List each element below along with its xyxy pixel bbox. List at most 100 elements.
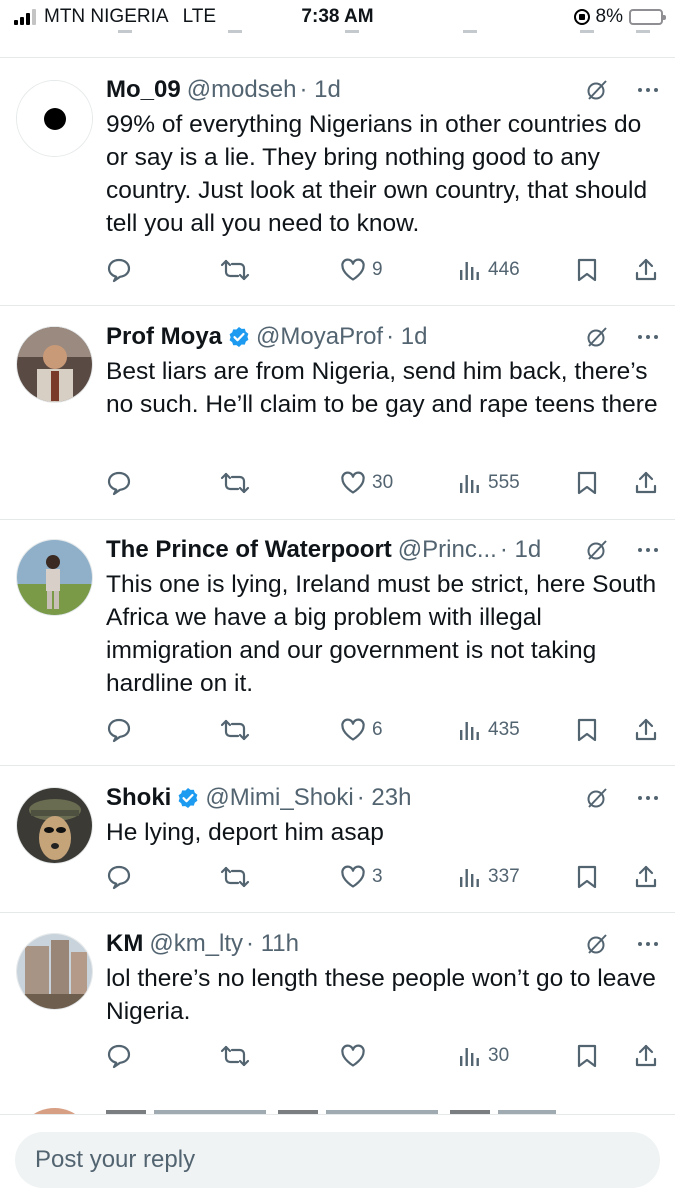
reply-input[interactable]: Post your reply	[15, 1132, 660, 1188]
reply-icon	[106, 1043, 132, 1069]
more-icon[interactable]	[637, 334, 659, 340]
grok-icon[interactable]	[585, 538, 609, 562]
display-name[interactable]: The Prince of Waterpoort	[106, 536, 392, 564]
user-handle[interactable]: @Mimi_Shoki	[205, 784, 353, 812]
like-button[interactable]: 6	[340, 715, 383, 745]
tweet-content: The Prince of Waterpoort @Princ... · 1d …	[106, 535, 659, 700]
timestamp[interactable]: · 11h	[246, 930, 299, 958]
views-button[interactable]: 30	[458, 1041, 509, 1071]
reply-icon	[106, 717, 132, 743]
tweet-actions: 3 337	[106, 862, 658, 892]
repost-icon	[219, 257, 251, 283]
share-button[interactable]	[634, 1041, 658, 1071]
user-handle[interactable]: @Princ...	[398, 536, 497, 564]
previous-tweet-actions-cut	[0, 26, 675, 40]
like-button[interactable]: 30	[340, 468, 393, 498]
bookmark-button[interactable]	[576, 862, 598, 892]
tweet-content: Prof Moya @MoyaProf · 1d Best liars are …	[106, 322, 659, 421]
repost-button[interactable]	[219, 715, 251, 745]
user-handle[interactable]: @km_lty	[149, 930, 243, 958]
orientation-lock-icon	[573, 9, 590, 25]
divider	[0, 305, 675, 306]
reply-button[interactable]	[106, 468, 132, 498]
battery-icon	[629, 9, 666, 25]
bookmark-button[interactable]	[576, 715, 598, 745]
display-name[interactable]: Shoki	[106, 784, 171, 812]
grok-icon[interactable]	[585, 78, 609, 102]
display-name[interactable]: Prof Moya	[106, 323, 222, 351]
user-handle[interactable]: @modseh	[187, 76, 297, 104]
status-bar-right: 8%	[573, 6, 666, 28]
share-button[interactable]	[634, 468, 658, 498]
views-button[interactable]: 555	[458, 468, 520, 498]
display-name[interactable]: Mo_09	[106, 76, 181, 104]
grok-icon[interactable]	[585, 325, 609, 349]
views-icon	[458, 471, 482, 495]
like-button[interactable]	[340, 1041, 372, 1071]
views-icon	[458, 865, 482, 889]
tweet-header: Mo_09 @modseh · 1d	[106, 75, 659, 105]
bookmark-button[interactable]	[576, 255, 598, 285]
views-button[interactable]: 435	[458, 715, 520, 745]
tweet-actions: 9 446	[106, 255, 658, 285]
bookmark-icon	[576, 717, 598, 743]
avatar[interactable]	[16, 80, 93, 157]
repost-icon	[219, 864, 251, 890]
timestamp[interactable]: · 1d	[500, 536, 541, 564]
like-icon	[340, 718, 366, 742]
timestamp[interactable]: · 23h	[357, 784, 412, 812]
tweet-header-icons	[579, 75, 659, 105]
like-count: 9	[372, 259, 383, 280]
tweet-text: 99% of everything Nigerians in other cou…	[106, 111, 648, 237]
like-count: 3	[372, 866, 383, 887]
grok-icon[interactable]	[585, 786, 609, 810]
more-icon[interactable]	[637, 941, 659, 947]
reply-button[interactable]	[106, 715, 132, 745]
more-icon[interactable]	[637, 87, 659, 93]
avatar[interactable]	[16, 539, 93, 616]
verified-badge-icon	[228, 326, 250, 348]
avatar[interactable]	[16, 933, 93, 1010]
like-icon	[340, 865, 366, 889]
user-handle[interactable]: @MoyaProf	[256, 323, 383, 351]
tweet-content: Shoki @Mimi_Shoki · 23h He lying, deport…	[106, 783, 659, 849]
bookmark-button[interactable]	[576, 468, 598, 498]
tweet-header-icons	[579, 322, 659, 352]
timestamp[interactable]: · 1d	[299, 76, 340, 104]
reply-button[interactable]	[106, 255, 132, 285]
views-icon	[458, 258, 482, 282]
reply-button[interactable]	[106, 862, 132, 892]
more-icon[interactable]	[637, 547, 659, 553]
like-button[interactable]: 3	[340, 862, 383, 892]
timestamp[interactable]: · 1d	[386, 323, 427, 351]
like-icon	[340, 471, 366, 495]
tweet-actions: 6 435	[106, 715, 658, 745]
reply-button[interactable]	[106, 1041, 132, 1071]
view-count: 555	[488, 472, 520, 493]
views-button[interactable]: 337	[458, 862, 520, 892]
share-button[interactable]	[634, 715, 658, 745]
more-icon[interactable]	[637, 795, 659, 801]
share-icon	[634, 717, 658, 743]
repost-button[interactable]	[219, 255, 251, 285]
repost-button[interactable]	[219, 468, 251, 498]
avatar[interactable]	[16, 787, 93, 864]
views-button[interactable]: 446	[458, 255, 520, 285]
divider	[0, 57, 675, 58]
display-name[interactable]: KM	[106, 930, 143, 958]
grok-icon[interactable]	[585, 932, 609, 956]
bookmark-button[interactable]	[576, 1041, 598, 1071]
battery-percent: 8%	[595, 6, 623, 27]
share-button[interactable]	[634, 255, 658, 285]
view-count: 337	[488, 866, 520, 887]
like-button[interactable]: 9	[340, 255, 383, 285]
share-button[interactable]	[634, 862, 658, 892]
like-icon	[340, 1044, 366, 1068]
repost-button[interactable]	[219, 1041, 251, 1071]
repost-icon	[219, 717, 251, 743]
repost-button[interactable]	[219, 862, 251, 892]
repost-icon	[219, 1043, 251, 1069]
bookmark-icon	[576, 470, 598, 496]
tweet-header: KM @km_lty · 11h	[106, 929, 659, 959]
avatar[interactable]	[16, 326, 93, 403]
